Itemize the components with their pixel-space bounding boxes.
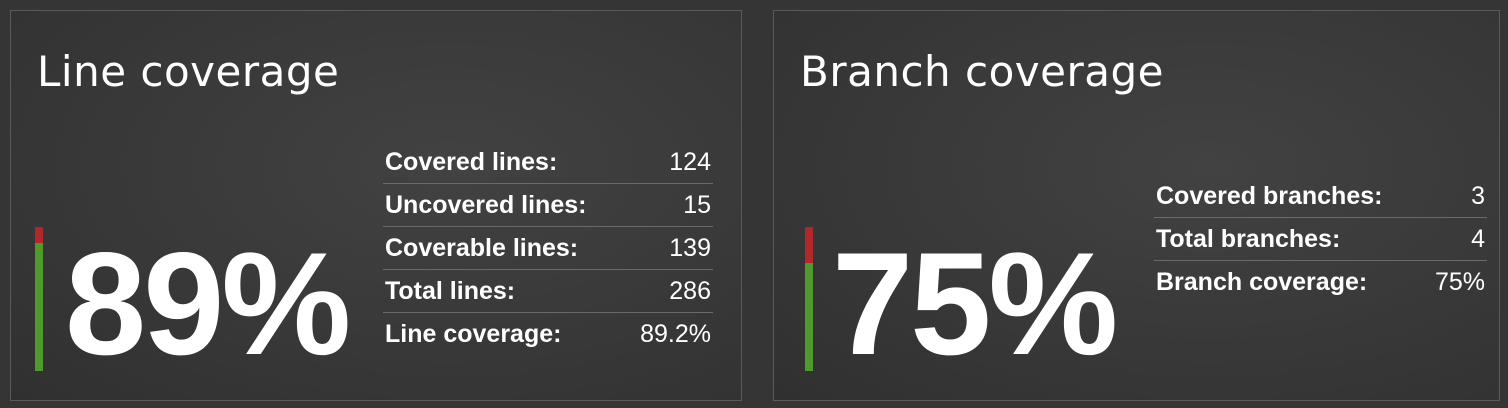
table-row: Total lines: 286 (383, 269, 713, 313)
line-coverage-card: Line coverage 89% Covered lines: 124 Unc… (10, 10, 742, 401)
stat-label: Line coverage: (385, 319, 562, 348)
stat-value: 124 (624, 141, 713, 184)
line-coverage-title: Line coverage (37, 47, 340, 96)
stat-label: Branch coverage: (1156, 267, 1368, 296)
table-row: Total branches: 4 (1154, 217, 1487, 261)
line-coverage-bar (35, 227, 43, 371)
stat-value: 3 (1423, 175, 1487, 218)
stat-value: 15 (624, 183, 713, 227)
line-coverage-bar-covered (35, 242, 43, 371)
table-row: Covered branches: 3 (1154, 175, 1487, 218)
stat-label: Total branches: (1154, 217, 1424, 261)
branch-coverage-percent: 75% (832, 222, 1118, 385)
table-row: Branch coverage: 75% (1154, 261, 1487, 304)
stat-label: Total lines: (383, 269, 625, 313)
line-coverage-percent: 89% (65, 222, 351, 385)
stat-value: 75% (1434, 267, 1485, 296)
stat-label: Covered lines: (383, 141, 625, 184)
stat-value: 4 (1423, 217, 1487, 261)
table-row: Coverable lines: 139 (383, 226, 713, 270)
branch-coverage-title: Branch coverage (800, 47, 1164, 96)
stat-value: 89.2% (640, 319, 711, 348)
branch-coverage-card: Branch coverage 75% Covered branches: 3 … (773, 10, 1500, 401)
branch-coverage-bar-covered (805, 263, 813, 371)
stat-value: 286 (624, 269, 713, 313)
table-row: Uncovered lines: 15 (383, 183, 713, 227)
stat-label: Covered branches: (1154, 175, 1424, 218)
line-coverage-stats-table: Covered lines: 124 Uncovered lines: 15 C… (383, 141, 713, 355)
stat-label: Uncovered lines: (383, 183, 625, 227)
table-row: Line coverage: 89.2% (383, 313, 713, 356)
stat-value: 139 (624, 226, 713, 270)
branch-coverage-bar (805, 227, 813, 371)
stat-label: Coverable lines: (383, 226, 625, 270)
table-row: Covered lines: 124 (383, 141, 713, 184)
branch-coverage-stats-table: Covered branches: 3 Total branches: 4 Br… (1154, 175, 1487, 303)
